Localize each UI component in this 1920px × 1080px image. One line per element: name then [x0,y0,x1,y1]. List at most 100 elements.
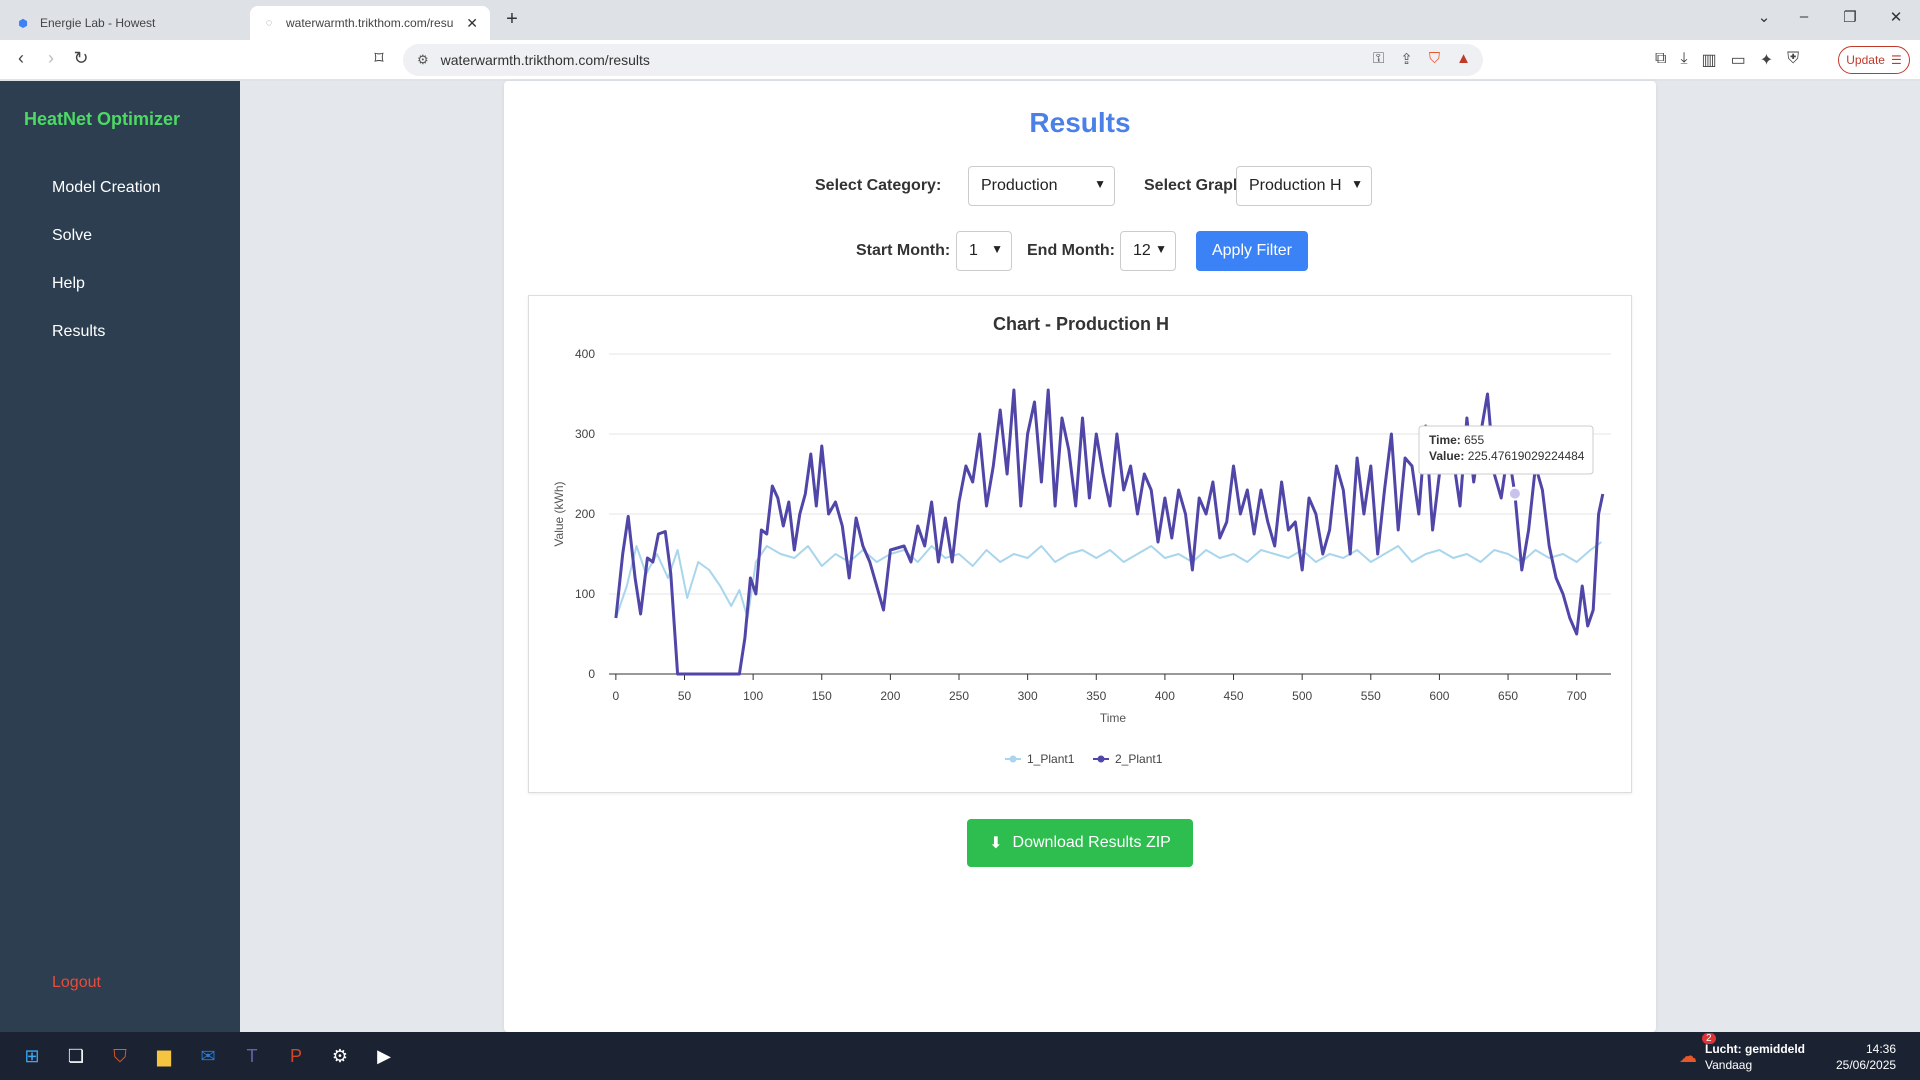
y-tick-label: 100 [575,587,595,601]
minimize-icon[interactable]: – [1784,8,1824,25]
download-icon[interactable]: ⤓ [1680,50,1687,70]
results-card: Results Select Category: Production ▼ Se… [504,81,1656,1032]
leo-ai-icon[interactable]: ✦ [1760,50,1773,70]
powerpoint-icon[interactable]: P [280,1040,312,1072]
page-title: Results [1029,107,1131,138]
task-view-icon[interactable]: ❏ [60,1040,92,1072]
x-tick-label: 450 [1224,689,1244,703]
x-tick-label: 150 [812,689,832,703]
category-select[interactable]: Production ▼ [968,166,1115,206]
loading-icon: ◌ [265,17,273,29]
x-tick-label: 250 [949,689,969,703]
x-tick-label: 650 [1498,689,1518,703]
tab-title: Energie Lab - Howest [40,16,156,30]
close-window-icon[interactable]: ✕ [1876,8,1916,26]
main-content: Results Select Category: Production ▼ Se… [240,81,1920,1032]
weather-icon[interactable]: ☁ [1672,1040,1704,1072]
x-tick-label: 200 [880,689,900,703]
close-tab-icon[interactable]: ✕ [466,15,478,32]
sidebar-item-model-creation[interactable]: Model Creation [52,179,161,197]
brave-browser-icon[interactable]: ⛉ [104,1040,136,1072]
tooltip-value: Value: 225.47619029224484 [1429,449,1585,463]
globe-icon: ⬢ [18,17,28,30]
sidebar-item-results[interactable]: Results [52,323,105,341]
y-tick-label: 200 [575,507,595,521]
series-line-1_Plant1 [614,541,1602,619]
y-tick-label: 0 [588,667,595,681]
brave-shield-icon[interactable]: ⛉ [1429,50,1440,68]
update-button[interactable]: Update ☰ [1838,46,1910,74]
sidebar-item-solve[interactable]: Solve [52,227,92,245]
share-icon[interactable]: ⇪ [1400,50,1413,68]
extensions-icon[interactable]: ⧉ [1655,50,1666,70]
x-axis-label: Time [1100,711,1127,725]
chevron-down-icon: ▼ [1155,242,1167,256]
bookmark-icon[interactable]: ⌑ [366,48,392,69]
legend-swatch-dot [1097,755,1105,763]
chevron-down-icon: ▼ [991,242,1003,256]
chevron-down-icon: ▼ [1094,177,1106,191]
graph-value: Production H [1249,177,1342,194]
y-axis-label: Value (kWh) [552,481,566,546]
address-bar[interactable]: ⚙ waterwarmth.trikthom.com/results ⚿ ⇪ ⛉… [403,44,1483,76]
key-icon[interactable]: ⚿ [1373,50,1384,68]
taskbar: ⊞ ❏ ⛉ ▆ ✉ T P ⚙ ▶ ☁ 2 Lucht: gemiddeld V… [0,1032,1920,1080]
rewards-icon[interactable]: ▲ [1456,50,1471,68]
category-value: Production [981,177,1058,194]
start-month-select[interactable]: 1 ▼ [956,231,1012,271]
update-label: Update [1846,53,1885,67]
reload-icon[interactable]: ↻ [68,48,94,69]
chevron-down-icon: ▼ [1351,177,1363,191]
y-tick-label: 300 [575,427,595,441]
wallet-icon[interactable]: ▭ [1731,50,1746,70]
x-tick-label: 500 [1292,689,1312,703]
settings-icon[interactable]: ⚙ [324,1040,356,1072]
end-month-select[interactable]: 12 ▼ [1120,231,1176,271]
x-tick-label: 100 [743,689,763,703]
logout-link[interactable]: Logout [52,974,101,992]
x-tick-label: 0 [613,689,620,703]
tab-search-icon[interactable]: ⌄ [1744,8,1784,26]
back-icon[interactable]: ‹ [8,48,34,69]
file-explorer-icon[interactable]: ▆ [148,1040,180,1072]
clock-date[interactable]: 25/06/2025 [1836,1058,1896,1072]
outlook-icon[interactable]: ✉ [192,1040,224,1072]
weather-title: Lucht: gemiddeld [1705,1042,1805,1056]
chart-title: Chart - Production H [993,314,1169,334]
site-info-icon[interactable]: ⚙ [417,52,429,68]
download-results-button[interactable]: ⬇ Download Results ZIP [967,819,1193,867]
graph-select[interactable]: Production H ▼ [1236,166,1372,206]
sidebar-item-help[interactable]: Help [52,275,85,293]
line-chart: Chart - Production H 0 100 200 300 400 0 50 100 1… [552,314,1611,766]
hover-point [1507,486,1522,501]
legend-label: 1_Plant1 [1027,752,1075,766]
start-month-value: 1 [969,242,978,259]
legend-swatch-dot [1009,755,1017,763]
new-tab-icon[interactable]: + [500,8,524,31]
clock-time[interactable]: 14:36 [1866,1042,1896,1056]
forward-icon[interactable]: › [38,48,64,69]
start-month-label: Start Month: [856,242,951,259]
y-tick-label: 400 [575,347,595,361]
teams-icon[interactable]: T [236,1040,268,1072]
tab-title: waterwarmth.trikthom.com/resu [286,16,454,30]
x-tick-label: 550 [1361,689,1381,703]
vpn-icon[interactable]: ⛨ [1787,50,1799,70]
tab-results[interactable]: ◌ waterwarmth.trikthom.com/resu ✕ [250,6,490,40]
url-text: waterwarmth.trikthom.com/results [440,52,650,68]
chart-container: Chart - Production H 0 100 200 300 400 0 50 100 1… [528,295,1632,793]
browser-toolbar: ‹ › ↻ ⌑ ⚙ waterwarmth.trikthom.com/resul… [0,40,1920,80]
end-month-value: 12 [1133,242,1151,259]
media-player-icon[interactable]: ▶ [368,1040,400,1072]
graph-label: Select Graph: [1144,177,1249,194]
windows-start-icon[interactable]: ⊞ [16,1040,48,1072]
sidebar-toggle-icon[interactable]: ▥ [1702,50,1717,70]
tooltip-time: Time: 655 [1429,433,1484,447]
menu-icon: ☰ [1890,53,1902,67]
apply-filter-button[interactable]: Apply Filter [1196,231,1308,271]
x-tick-label: 300 [1018,689,1038,703]
x-tick-label: 350 [1086,689,1106,703]
toolbar-icons: ⧉ ⤓ ▥ ▭ ✦ ⛨ [1655,50,1799,70]
restore-icon[interactable]: ❐ [1830,8,1870,26]
tab-energie-lab[interactable]: ⬢ Energie Lab - Howest [4,6,244,40]
